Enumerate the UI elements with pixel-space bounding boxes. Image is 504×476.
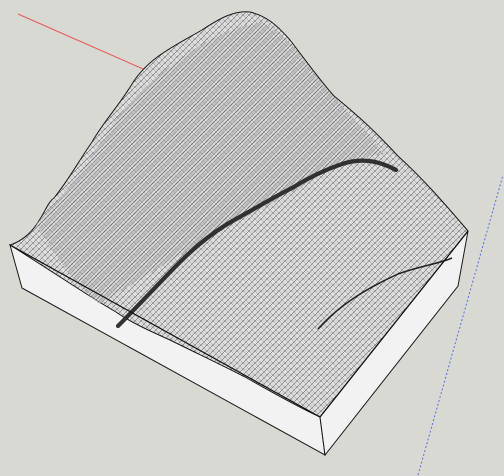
3d-viewport[interactable] bbox=[0, 0, 504, 476]
terrain-scene[interactable] bbox=[0, 0, 504, 476]
